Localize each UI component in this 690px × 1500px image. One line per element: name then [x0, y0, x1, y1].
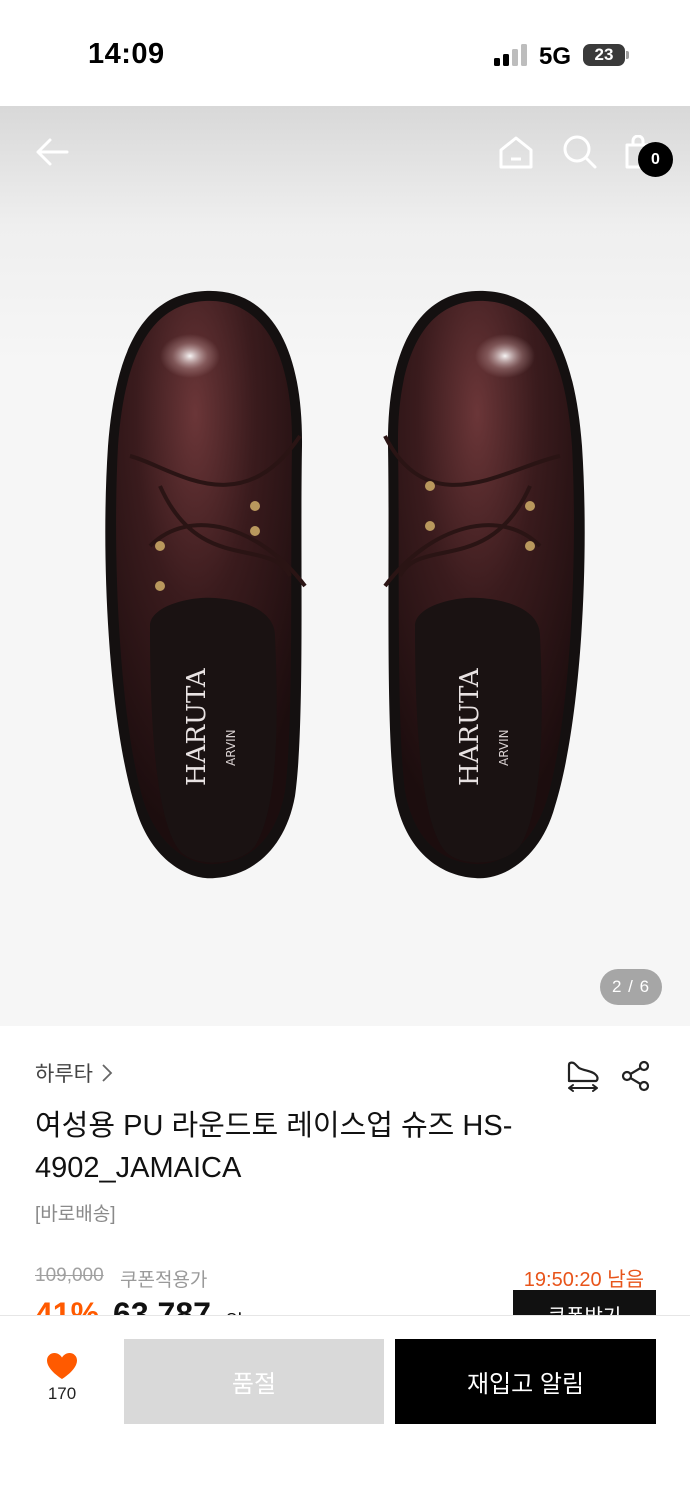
- search-icon: [563, 135, 597, 169]
- brand-link[interactable]: 하루타: [35, 1058, 113, 1088]
- coupon-timer: 19:50:20 남음: [523, 1269, 644, 1291]
- share-button[interactable]: [616, 1056, 656, 1096]
- signal-icon: [494, 44, 528, 66]
- status-bar: 14:09 5G 23: [0, 0, 690, 106]
- coupon-price-label: 쿠폰적용가: [120, 1270, 208, 1291]
- chevron-right-icon: [102, 1064, 113, 1082]
- svg-text:HARUTA: HARUTA: [182, 667, 212, 786]
- brand-name: 하루타: [35, 1063, 93, 1086]
- battery-cap: [626, 51, 629, 59]
- svg-text:HARUTA: HARUTA: [455, 667, 485, 786]
- home-button[interactable]: [494, 130, 538, 174]
- status-time: 14:09: [88, 38, 165, 70]
- product-image: HARUTA ARVIN HARUTA ARVIN: [105, 290, 585, 879]
- arrow-left-icon: [36, 138, 69, 166]
- search-button[interactable]: [558, 130, 602, 174]
- cart-count-badge: 0: [638, 142, 673, 177]
- back-button[interactable]: [30, 130, 74, 174]
- like-count: 170: [47, 1384, 77, 1403]
- battery-icon: 23: [583, 44, 625, 66]
- gallery-pager: 2 / 6: [600, 969, 662, 1005]
- shoe-size-icon: [567, 1061, 599, 1092]
- share-icon: [621, 1060, 650, 1092]
- product-gallery[interactable]: HARUTA ARVIN HARUTA ARVIN: [0, 106, 690, 1026]
- original-price: 109,000: [35, 1265, 104, 1286]
- soldout-button[interactable]: 품절: [124, 1339, 384, 1424]
- delivery-tag: [바로배송]: [35, 1204, 116, 1225]
- like-button[interactable]: 170: [34, 1352, 90, 1404]
- heart-icon: [47, 1353, 77, 1379]
- svg-text:ARVIN: ARVIN: [497, 729, 511, 766]
- home-icon: [499, 136, 533, 169]
- network-label: 5G: [539, 43, 572, 70]
- product-title: 여성용 PU 라운드토 레이스업 슈즈 HS-4902_JAMAICA: [35, 1110, 513, 1184]
- size-guide-button[interactable]: [563, 1056, 603, 1096]
- svg-text:ARVIN: ARVIN: [224, 729, 238, 766]
- restock-alert-button[interactable]: 재입고 알림: [395, 1339, 656, 1424]
